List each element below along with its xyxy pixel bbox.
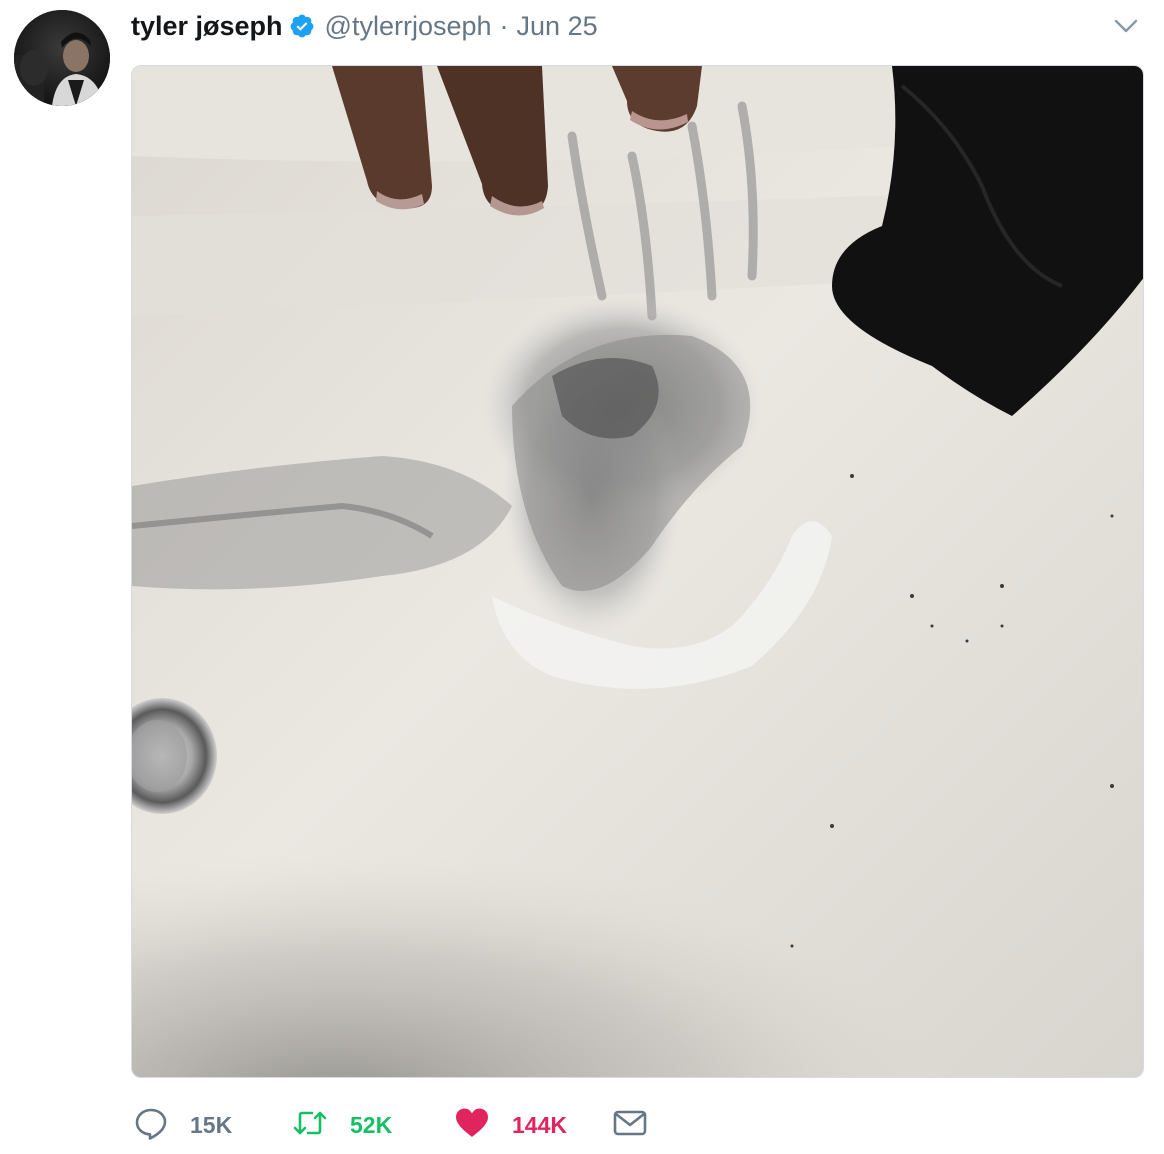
retweet-arrows-icon [292,1106,328,1145]
tweet-photo[interactable] [131,65,1144,1078]
tweet: tyler jøseph @tylerrjoseph · Jun 25 15K … [0,0,1164,1154]
tweet-date[interactable]: Jun 25 [517,11,598,42]
separator-dot: · [499,10,509,41]
reply-count: 15K [190,1111,233,1138]
like-button[interactable]: 144K [454,1103,567,1147]
direct-message-button[interactable] [612,1103,648,1147]
retweet-button[interactable]: 52K [292,1103,392,1147]
reply-button[interactable]: 15K [134,1103,232,1147]
user-handle[interactable]: @tylerrjoseph [325,11,492,42]
display-name[interactable]: tyler jøseph [131,11,283,42]
sink-handprint-image [132,66,1143,1077]
envelope-icon [612,1106,648,1145]
tweet-actions: 15K 52K 144K [134,1103,734,1147]
avatar[interactable] [14,10,110,106]
tweet-header: tyler jøseph @tylerrjoseph · Jun 25 [131,6,598,46]
like-count: 144K [512,1111,567,1138]
retweet-count: 52K [350,1111,393,1138]
heart-icon [454,1106,490,1145]
verified-badge-icon [289,13,315,39]
profile-photo-icon [14,10,110,106]
reply-bubble-icon [134,1106,168,1145]
chevron-down-icon[interactable] [1112,12,1140,40]
